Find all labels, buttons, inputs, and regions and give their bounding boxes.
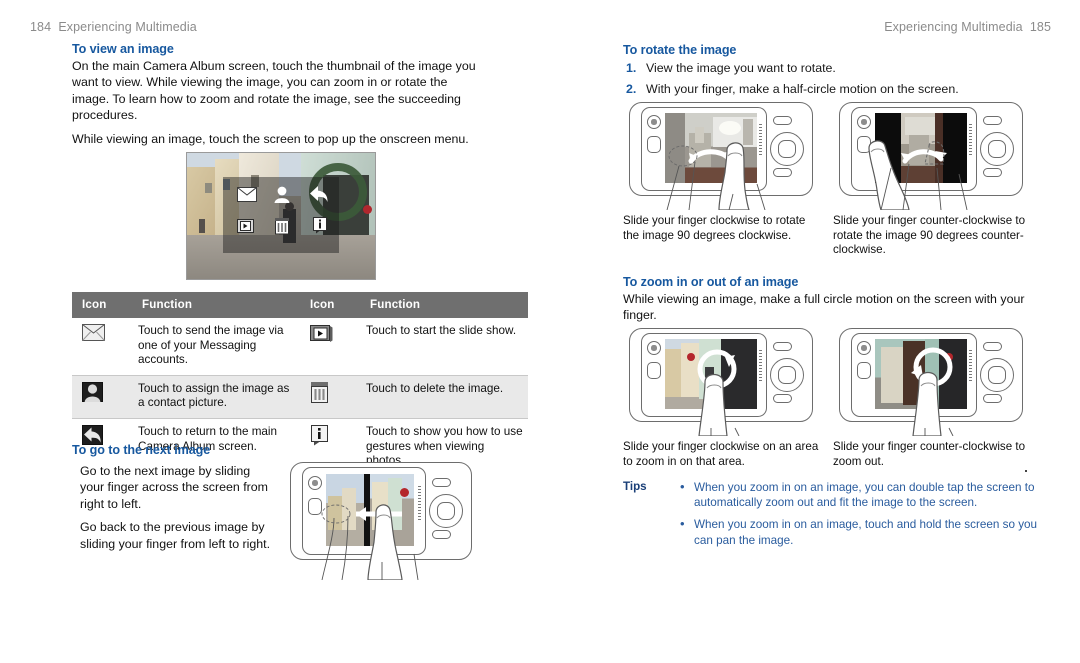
- rotate-step-2: 2. With your finger, make a half-circle …: [623, 81, 1043, 97]
- trash-icon: [310, 381, 332, 403]
- overlay-back-arrow-icon: [309, 185, 329, 208]
- cell-function-assign: Touch to assign the image as a contact p…: [138, 375, 300, 419]
- overlay-trash-icon: [275, 217, 290, 240]
- paragraph-zoom: While viewing an image, make a full circ…: [623, 292, 1025, 323]
- cell-icon-slideshow: [300, 318, 366, 376]
- paragraph-view-1: On the main Camera Album screen, touch t…: [72, 59, 476, 123]
- table-header-row: Icon Function Icon Function: [72, 292, 528, 318]
- col-header-icon-1: Icon: [72, 292, 138, 318]
- heading-to-go-next-image: To go to the next image: [72, 443, 211, 457]
- tip-item: • When you zoom in on an image, touch an…: [680, 516, 1043, 547]
- folio-left-number: 184: [30, 20, 52, 34]
- bullet-icon: •: [680, 516, 685, 532]
- phone-illustration-swipe: [284, 458, 484, 580]
- phone-illustration-rotate-clockwise: [623, 98, 823, 210]
- overlay-envelope-icon: [237, 187, 257, 207]
- tips-list: • When you zoom in on an image, you can …: [680, 479, 1043, 548]
- cell-icon-contact: [72, 375, 138, 419]
- caption-rotate-clockwise: Slide your finger clockwise to rotate th…: [623, 214, 806, 242]
- tip-item: • When you zoom in on an image, you can …: [680, 479, 1043, 510]
- heading-to-rotate-image: To rotate the image: [623, 43, 737, 57]
- left-page: 184 Experiencing Multimedia To view an i…: [0, 0, 540, 663]
- cell-function-delete: Touch to delete the image.: [366, 375, 528, 419]
- table-row: Touch to assign the image as a contact p…: [72, 375, 528, 419]
- paragraph-view-2: While viewing an image, touch the screen…: [72, 131, 469, 146]
- cell-icon-envelope: [72, 318, 138, 376]
- section-to-rotate-image: To rotate the image 1. View the image yo…: [623, 43, 1043, 103]
- rotate-step-1: 1. View the image you want to rotate.: [623, 60, 1043, 76]
- bullet-icon: •: [680, 479, 685, 494]
- tip-text: When you zoom in on an image, touch and …: [694, 518, 1038, 547]
- back-arrow-icon: [82, 424, 104, 445]
- section-to-view-an-image: To view an image On the main Camera Albu…: [72, 42, 482, 147]
- col-header-function-1: Function: [138, 292, 300, 318]
- contact-person-icon: [82, 381, 104, 402]
- overlay-contact-icon: [273, 185, 291, 208]
- stray-mark: [1025, 470, 1027, 472]
- caption-rotate-counterclockwise: Slide your finger counter-clockwise to r…: [833, 214, 1026, 257]
- caption-zoom-out: Slide your finger counter-clockwise to z…: [833, 440, 1026, 468]
- cell-icon-trash: [300, 375, 366, 419]
- paragraph-next-1: Go to the next image by sliding your fin…: [80, 464, 269, 511]
- phone-illustration-zoom-in: [623, 324, 823, 436]
- heading-to-view-an-image: To view an image: [72, 42, 174, 56]
- tip-text: When you zoom in on an image, you can do…: [694, 481, 1035, 510]
- section-to-go-next-image: To go to the next image Go to the next i…: [72, 443, 277, 552]
- folio-right: Experiencing Multimedia 185: [884, 20, 1051, 34]
- cell-function-slideshow: Touch to start the slide show.: [366, 318, 528, 376]
- phone-illustration-zoom-out: [833, 324, 1033, 436]
- folio-left-title: Experiencing Multimedia: [58, 20, 197, 34]
- phone-illustration-rotate-counterclockwise: [833, 98, 1033, 210]
- info-icon: [310, 424, 332, 446]
- folio-left: 184 Experiencing Multimedia: [30, 20, 197, 34]
- table-row: Touch to send the image via one of your …: [72, 318, 528, 376]
- tips-block: Tips • When you zoom in on an image, you…: [623, 479, 1043, 555]
- paragraph-next-2: Go back to the previous image by sliding…: [80, 520, 271, 551]
- overlay-info-icon: [313, 217, 328, 239]
- right-page: Experiencing Multimedia 185 To rotate th…: [540, 0, 1080, 663]
- step-number: 1.: [626, 61, 637, 75]
- folio-right-title: Experiencing Multimedia: [884, 20, 1023, 34]
- overlay-slideshow-icon: [237, 219, 257, 240]
- step-text: With your finger, make a half-circle mot…: [646, 82, 959, 97]
- onscreen-menu-photo: [186, 152, 376, 280]
- col-header-function-2: Function: [366, 292, 528, 318]
- step-text: View the image you want to rotate.: [646, 61, 836, 75]
- caption-zoom-in: Slide your finger clockwise on an area t…: [623, 440, 819, 468]
- slideshow-icon: [310, 324, 333, 342]
- tips-label: Tips: [623, 480, 647, 493]
- envelope-icon: [82, 324, 105, 342]
- section-to-zoom-image: To zoom in or out of an image While view…: [623, 275, 1043, 324]
- step-number: 2.: [626, 82, 637, 97]
- folio-right-number: 185: [1029, 20, 1051, 34]
- col-header-icon-2: Icon: [300, 292, 366, 318]
- cell-function-send: Touch to send the image via one of your …: [138, 318, 300, 376]
- rotate-steps-list: 1. View the image you want to rotate. 2.…: [623, 60, 1043, 98]
- heading-to-zoom-image: To zoom in or out of an image: [623, 275, 799, 289]
